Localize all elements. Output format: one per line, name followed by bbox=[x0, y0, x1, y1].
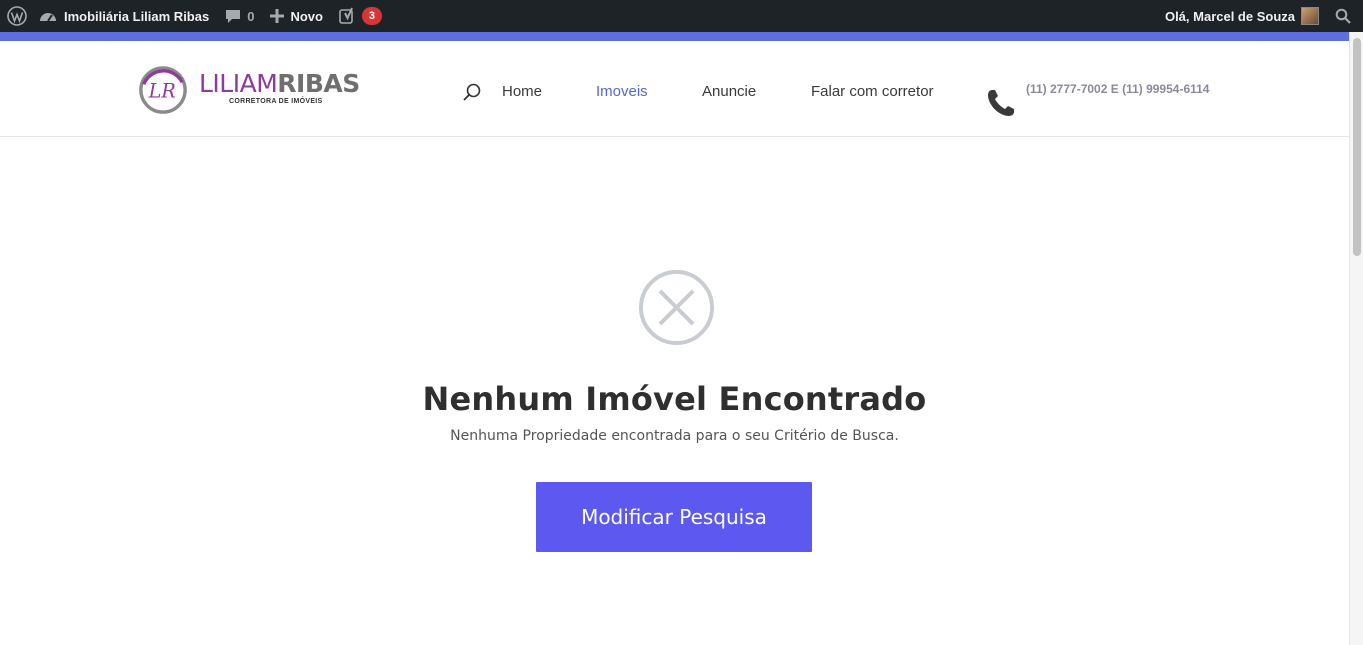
comment-icon bbox=[226, 10, 241, 23]
x-circle-icon bbox=[639, 270, 714, 345]
no-results-subtitle: Nenhuma Propriedade encontrada para o se… bbox=[450, 428, 899, 444]
logo-last-name: RIBAS bbox=[277, 69, 360, 98]
avatar bbox=[1301, 7, 1319, 25]
phone-icon bbox=[988, 90, 1014, 116]
comments-count: 0 bbox=[247, 8, 255, 24]
adminbar-search[interactable] bbox=[1329, 0, 1363, 32]
modify-search-button[interactable]: Modificar Pesquisa bbox=[536, 482, 812, 552]
page-scrollbar[interactable] bbox=[1349, 32, 1363, 645]
yoast-menu[interactable]: 3 bbox=[331, 0, 390, 32]
user-account-menu[interactable]: Olá, Marcel de Souza bbox=[1157, 0, 1329, 32]
nav-item-falar-com-corretor[interactable]: Falar com corretor bbox=[811, 83, 934, 100]
new-content-menu[interactable]: Novo bbox=[262, 0, 331, 32]
nav-item-anuncie[interactable]: Anuncie bbox=[702, 83, 756, 100]
logo-monogram-icon: LR bbox=[139, 66, 187, 114]
greeting-text: Olá, Marcel de Souza bbox=[1164, 8, 1295, 24]
yoast-badge: 3 bbox=[361, 7, 382, 25]
admin-bar: Imobiliária Liliam Ribas 0 Novo 3 Olá, M… bbox=[0, 0, 1363, 32]
no-results-title: Nenhum Imóvel Encontrado bbox=[422, 380, 927, 418]
phone-numbers[interactable]: (11) 2777-7002 E (11) 99954-6114 bbox=[1026, 82, 1209, 96]
yoast-icon bbox=[339, 7, 353, 24]
scrollbar-thumb[interactable] bbox=[1353, 38, 1361, 256]
logo-monogram: LR bbox=[148, 80, 176, 103]
site-header: LR LILIAMRIBAS CORRETORA DE IMÓVEIS Home… bbox=[0, 41, 1349, 137]
logo-tagline: CORRETORA DE IMÓVEIS bbox=[229, 98, 323, 105]
accent-bar bbox=[0, 32, 1349, 41]
site-name-menu[interactable]: Imobiliária Liliam Ribas bbox=[33, 0, 217, 32]
dashboard-icon bbox=[40, 13, 56, 22]
comments-menu[interactable]: 0 bbox=[217, 0, 262, 32]
search-icon bbox=[1335, 8, 1351, 24]
nav-item-imoveis[interactable]: Imoveis bbox=[596, 83, 648, 100]
site-logo[interactable]: LR LILIAMRIBAS CORRETORA DE IMÓVEIS bbox=[138, 63, 360, 117]
nav-item-home[interactable]: Home bbox=[502, 83, 542, 100]
no-results-section: Nenhum Imóvel Encontrado Nenhuma Proprie… bbox=[0, 137, 1349, 645]
wordpress-icon bbox=[7, 6, 27, 26]
plus-icon bbox=[270, 9, 285, 23]
new-label: Novo bbox=[290, 8, 323, 24]
logo-wordmark: LILIAMRIBAS CORRETORA DE IMÓVEIS bbox=[199, 71, 360, 105]
search-icon bbox=[463, 83, 481, 101]
nav-search-button[interactable] bbox=[462, 83, 482, 108]
logo-first-name: LILIAM bbox=[199, 69, 278, 98]
wordpress-menu[interactable] bbox=[0, 0, 33, 32]
site-name-label: Imobiliária Liliam Ribas bbox=[64, 8, 210, 24]
